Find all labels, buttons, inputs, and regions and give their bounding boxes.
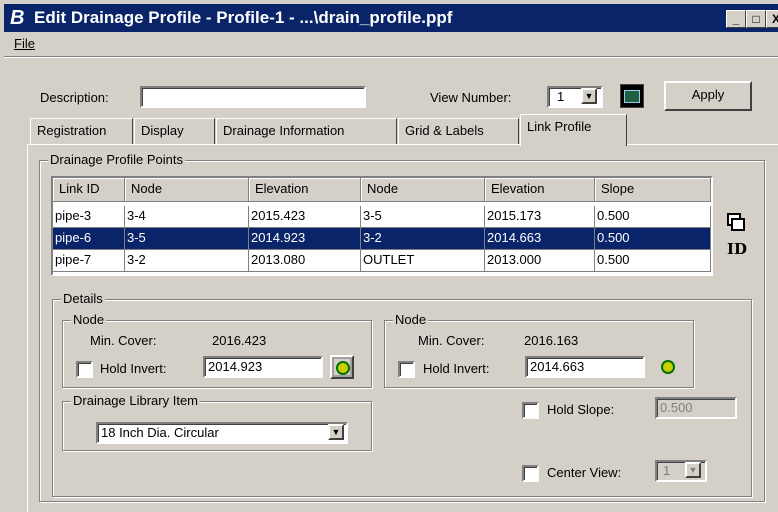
menu-file[interactable]: File [14, 36, 35, 51]
table-row[interactable]: pipe-3 3-4 2015.423 3-5 2015.173 0.500 [53, 206, 711, 228]
view-number-label: View Number: [430, 90, 512, 105]
hold-slope-checkbox[interactable] [522, 402, 539, 419]
col-header-link-id[interactable]: Link ID [53, 178, 125, 202]
table-row[interactable]: pipe-7 3-2 2013.080 OUTLET 2013.000 0.50… [53, 250, 711, 272]
center-view-checkbox[interactable] [522, 465, 539, 482]
cell-link-id: pipe-6 [53, 228, 125, 250]
minimize-button[interactable]: _ [726, 10, 746, 28]
drainage-profile-points-title: Drainage Profile Points [48, 152, 185, 167]
maximize-button[interactable]: □ [746, 10, 766, 28]
close-button[interactable]: X [766, 10, 778, 28]
view-select-button[interactable] [620, 84, 644, 108]
min-cover-label: Min. Cover: [90, 333, 157, 348]
cell-node: 3-2 [125, 250, 249, 272]
cell-elevation: 2013.080 [249, 250, 361, 272]
col-header-elevation-2[interactable]: Elevation [485, 178, 595, 202]
hold-invert-checkbox[interactable] [76, 361, 93, 378]
details-title: Details [61, 291, 105, 306]
hold-invert-label: Hold Invert: [100, 361, 167, 376]
node-left-title: Node [71, 312, 107, 327]
description-input[interactable] [140, 86, 366, 108]
cell-elevation: 2015.423 [249, 206, 361, 228]
copy-windows-icon[interactable] [727, 213, 745, 231]
hold-slope-input[interactable]: 0.500 [655, 397, 737, 419]
target-icon [661, 360, 675, 374]
min-cover-value-right: 2016.163 [524, 333, 579, 348]
hold-invert-value-right: 2014.663 [530, 359, 585, 374]
view-number-value: 1 [557, 89, 565, 104]
drainage-library-select[interactable]: 18 Inch Dia. Circular ▼ [96, 422, 348, 444]
cell-elevation-2: 2014.663 [485, 228, 595, 250]
cell-elevation: 2014.923 [249, 228, 361, 250]
hold-invert-label-right: Hold Invert: [423, 361, 490, 376]
cell-link-id: pipe-3 [53, 206, 125, 228]
pick-point-button[interactable] [330, 355, 354, 379]
cell-node-2: 3-5 [361, 206, 485, 228]
chevron-down-icon[interactable]: ▼ [581, 88, 597, 104]
pick-point-button-right[interactable] [660, 359, 676, 375]
tab-drainage-information[interactable]: Drainage Information [216, 118, 397, 144]
chevron-down-icon[interactable]: ▼ [328, 424, 344, 440]
chevron-down-icon[interactable]: ▼ [685, 462, 701, 478]
table-row-selected[interactable]: pipe-6 3-5 2014.923 3-2 2014.663 0.500 [53, 228, 711, 250]
description-label: Description: [40, 90, 109, 105]
center-view-label: Center View: [547, 465, 622, 480]
cell-node-2: 3-2 [361, 228, 485, 250]
center-view-select[interactable]: 1 ▼ [655, 460, 707, 482]
edit-drainage-profile-window: B Edit Drainage Profile - Profile-1 - ..… [0, 0, 778, 512]
cell-node: 3-5 [125, 228, 249, 250]
bentley-logo-icon: B [10, 7, 25, 29]
apply-button[interactable]: Apply [664, 81, 752, 111]
min-cover-label-right: Min. Cover: [418, 333, 485, 348]
hold-invert-value: 2014.923 [208, 359, 263, 374]
tab-grid-labels[interactable]: Grid & Labels [398, 118, 519, 144]
menu-bar: File [4, 33, 778, 55]
col-header-elevation[interactable]: Elevation [249, 178, 361, 202]
hold-slope-label: Hold Slope: [547, 402, 615, 417]
menu-separator [4, 56, 778, 58]
cell-slope: 0.500 [595, 250, 711, 272]
id-icon[interactable]: ID [727, 240, 747, 258]
min-cover-value: 2016.423 [212, 333, 267, 348]
hold-invert-input-right[interactable]: 2014.663 [525, 356, 645, 378]
center-view-value: 1 [663, 463, 671, 478]
view-number-select[interactable]: 1 ▼ [547, 86, 603, 108]
cell-node-2: OUTLET [361, 250, 485, 272]
hold-slope-value: 0.500 [660, 400, 693, 415]
cell-elevation-2: 2015.173 [485, 206, 595, 228]
title-bar[interactable]: B Edit Drainage Profile - Profile-1 - ..… [4, 4, 778, 32]
cell-slope: 0.500 [595, 206, 711, 228]
node-right-title: Node [393, 312, 429, 327]
tab-display[interactable]: Display [134, 118, 215, 144]
col-header-node-2[interactable]: Node [361, 178, 485, 202]
profile-points-table: Link ID Node Elevation Node Elevation Sl… [51, 176, 713, 276]
monitor-icon [624, 90, 640, 103]
drainage-library-item-title: Drainage Library Item [71, 393, 200, 408]
cell-node: 3-4 [125, 206, 249, 228]
hold-invert-checkbox-right[interactable] [398, 361, 415, 378]
tab-registration[interactable]: Registration [30, 118, 133, 144]
drainage-library-value: 18 Inch Dia. Circular [101, 425, 219, 440]
col-header-node[interactable]: Node [125, 178, 249, 202]
hold-invert-input[interactable]: 2014.923 [203, 356, 323, 378]
cell-link-id: pipe-7 [53, 250, 125, 272]
cell-slope: 0.500 [595, 228, 711, 250]
cell-elevation-2: 2013.000 [485, 250, 595, 272]
window-title: Edit Drainage Profile - Profile-1 - ...\… [34, 8, 453, 27]
target-icon [336, 361, 350, 375]
col-header-slope[interactable]: Slope [595, 178, 711, 202]
tab-link-profile[interactable]: Link Profile [520, 114, 627, 146]
